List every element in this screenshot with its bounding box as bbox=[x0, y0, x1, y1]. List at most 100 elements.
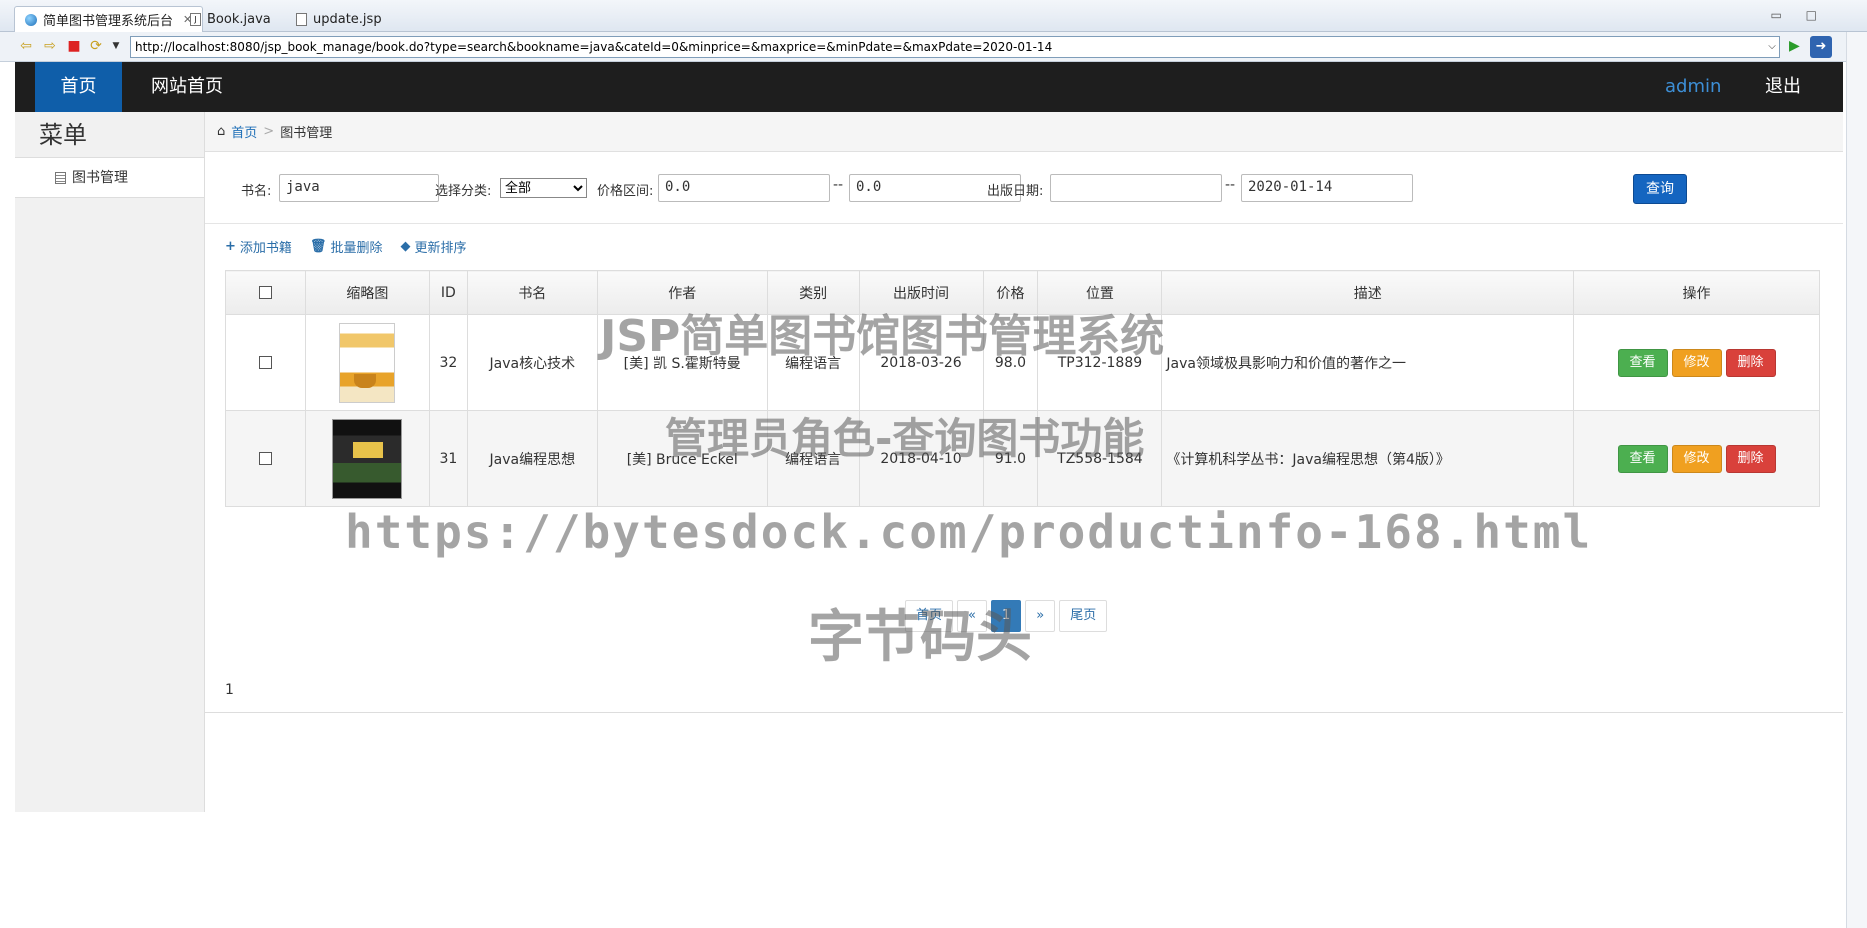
column-header: 位置 bbox=[1037, 270, 1163, 315]
breadcrumb-current: 图书管理 bbox=[280, 126, 333, 141]
name-cell: Java编程思想 bbox=[466, 410, 598, 507]
search-form: 书名: java 选择分类: 全部 价格区间: 0.0 -- 0.0 出版日期:… bbox=[205, 152, 1843, 224]
current-page[interactable]: 1 bbox=[990, 600, 1022, 632]
edit-button[interactable]: 修改 bbox=[1671, 348, 1722, 377]
book-cover-image bbox=[332, 418, 403, 499]
forward-icon[interactable]: ⇨ bbox=[42, 38, 58, 54]
price-cell: 98.0 bbox=[982, 314, 1039, 411]
stop-icon[interactable]: ■ bbox=[66, 38, 82, 54]
column-header: ID bbox=[428, 270, 468, 315]
logout-link[interactable]: 退出 bbox=[1765, 62, 1801, 112]
sidebar-item-label: 图书管理 bbox=[72, 169, 128, 186]
table-row: 31 Java编程思想 [美] Bruce Eckel 编程语言 2018-04… bbox=[225, 410, 1820, 507]
id-cell: 32 bbox=[428, 314, 468, 411]
column-header: 书名 bbox=[466, 270, 598, 315]
price-range-label: 价格区间: bbox=[597, 184, 654, 199]
user-name-link[interactable]: admin bbox=[1665, 62, 1721, 112]
edit-button[interactable]: 修改 bbox=[1671, 444, 1722, 473]
category-select[interactable]: 全部 bbox=[500, 178, 587, 198]
publish-date-label: 出版日期: bbox=[987, 184, 1044, 199]
id-cell: 31 bbox=[428, 410, 468, 507]
main-content: ⌂ 首页 > 图书管理 书名: java 选择分类: 全部 价格区间: 0.0 … bbox=[205, 112, 1843, 928]
breadcrumb-home-link[interactable]: 首页 bbox=[231, 122, 257, 141]
view-button[interactable]: 查看 bbox=[1617, 444, 1668, 473]
url-dropdown-icon[interactable]: ⌵ bbox=[1765, 37, 1779, 57]
column-header: 作者 bbox=[596, 270, 768, 315]
column-header: 缩略图 bbox=[304, 270, 430, 315]
java-file-icon: J bbox=[190, 12, 201, 26]
ide-right-gutter bbox=[1846, 32, 1867, 928]
breadcrumb: ⌂ 首页 > 图书管理 bbox=[205, 112, 1843, 152]
row-checkbox[interactable] bbox=[258, 356, 272, 369]
name-cell: Java核心技术 bbox=[466, 314, 598, 411]
sidebar-item-book-manage[interactable]: 图书管理 bbox=[15, 158, 204, 198]
first-page-link[interactable]: 首页 bbox=[905, 600, 954, 632]
range-separator: -- bbox=[1225, 177, 1236, 193]
add-book-label: 添加书籍 bbox=[239, 240, 292, 256]
thumbnail-cell bbox=[304, 314, 430, 411]
table-row: 32 Java核心技术 [美] 凯 S.霍斯特曼 编程语言 2018-03-26… bbox=[225, 314, 1820, 411]
query-button[interactable]: 查询 bbox=[1633, 174, 1687, 204]
refresh-icon[interactable]: ⟳ bbox=[88, 38, 104, 54]
ide-tab-browser[interactable]: 简单图书管理系统后台 ✕ bbox=[14, 6, 204, 32]
book-cover-image bbox=[339, 322, 396, 403]
nav-home-link[interactable]: 首页 bbox=[35, 62, 122, 112]
column-header: 操作 bbox=[1573, 270, 1820, 315]
view-button[interactable]: 查看 bbox=[1617, 348, 1668, 377]
min-date-input[interactable] bbox=[1050, 174, 1222, 202]
delete-button[interactable]: 删除 bbox=[1725, 348, 1776, 377]
prev-page-link[interactable]: « bbox=[957, 600, 987, 632]
browser-toolbar: ⇦ ⇨ ■ ⟳ ▼ http://localhost:8080/jsp_book… bbox=[0, 32, 1867, 62]
go-icon[interactable]: ▶ bbox=[1789, 38, 1800, 54]
ide-tab-book-java[interactable]: J Book.java bbox=[180, 6, 281, 32]
chevron-down-icon[interactable]: ▼ bbox=[108, 38, 124, 54]
external-browser-icon[interactable]: ➜ bbox=[1810, 36, 1832, 58]
nav-site-home-link[interactable]: 网站首页 bbox=[151, 62, 223, 112]
url-input[interactable]: http://localhost:8080/jsp_book_manage/bo… bbox=[130, 36, 1780, 58]
update-sort-link[interactable]: ◆ 更新排序 bbox=[400, 237, 466, 256]
table-header-row: 缩略图 ID 书名 作者 类别 出版时间 价格 位置 描述 操作 bbox=[225, 270, 1820, 315]
add-book-link[interactable]: + 添加书籍 bbox=[225, 237, 292, 256]
select-all-checkbox[interactable] bbox=[258, 286, 272, 299]
description-cell: Java领域极具影响力和价值的著作之一 bbox=[1161, 314, 1575, 411]
ide-tab-label: 简单图书管理系统后台 bbox=[43, 14, 174, 29]
category-cell: 编程语言 bbox=[766, 314, 860, 411]
column-header: 出版时间 bbox=[858, 270, 984, 315]
book-table: 缩略图 ID 书名 作者 类别 出版时间 价格 位置 描述 操作 32 Java… bbox=[225, 270, 1820, 507]
action-toolbar: + 添加书籍 🗑 批量删除 ◆ 更新排序 bbox=[205, 234, 466, 258]
ide-tab-strip: 简单图书管理系统后台 ✕ J Book.java update.jsp ▭ □ bbox=[0, 0, 1867, 32]
back-icon[interactable]: ⇦ bbox=[18, 38, 34, 54]
divider bbox=[205, 712, 1843, 713]
last-page-link[interactable]: 尾页 bbox=[1059, 600, 1108, 632]
price-cell: 91.0 bbox=[982, 410, 1039, 507]
tag-icon: ◆ bbox=[400, 238, 411, 254]
batch-delete-label: 批量删除 bbox=[330, 240, 383, 256]
location-cell: TP312-1889 bbox=[1037, 314, 1163, 411]
thumbnail-cell bbox=[304, 410, 430, 507]
ide-tab-label: Book.java bbox=[207, 11, 271, 27]
row-checkbox[interactable] bbox=[258, 452, 272, 465]
bookname-label: 书名: bbox=[241, 184, 272, 199]
date-cell: 2018-03-26 bbox=[858, 314, 984, 411]
plus-icon: + bbox=[225, 238, 236, 254]
batch-delete-link[interactable]: 🗑 批量删除 bbox=[310, 237, 383, 256]
ide-tab-update-jsp[interactable]: update.jsp bbox=[286, 6, 392, 32]
row-select-cell bbox=[225, 410, 306, 507]
next-page-link[interactable]: » bbox=[1025, 600, 1056, 632]
min-price-input[interactable]: 0.0 bbox=[658, 174, 830, 202]
record-count: 1 bbox=[225, 682, 234, 698]
actions-cell: 查看 修改 删除 bbox=[1573, 314, 1820, 411]
column-header: 描述 bbox=[1161, 270, 1575, 315]
actions-cell: 查看 修改 删除 bbox=[1573, 410, 1820, 507]
delete-button[interactable]: 删除 bbox=[1725, 444, 1776, 473]
max-date-input[interactable]: 2020-01-14 bbox=[1241, 174, 1413, 202]
pagination: 首页 « 1 » 尾页 bbox=[905, 600, 1108, 632]
category-cell: 编程语言 bbox=[766, 410, 860, 507]
update-sort-label: 更新排序 bbox=[414, 240, 467, 256]
author-cell: [美] Bruce Eckel bbox=[596, 410, 768, 507]
ide-tab-label: update.jsp bbox=[313, 11, 382, 27]
bookname-input[interactable]: java bbox=[279, 174, 439, 202]
jsp-file-icon bbox=[296, 12, 307, 26]
window-controls[interactable]: ▭ □ bbox=[1771, 8, 1828, 22]
author-cell: [美] 凯 S.霍斯特曼 bbox=[596, 314, 768, 411]
